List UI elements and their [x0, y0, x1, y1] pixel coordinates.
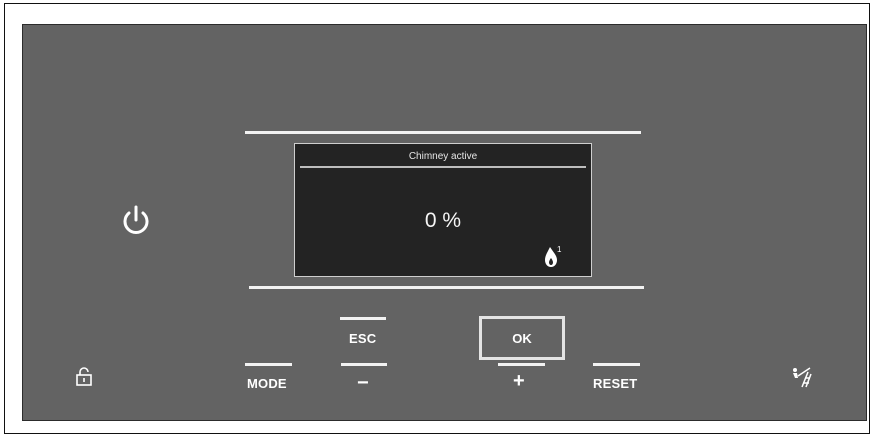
- mode-button-line: [245, 363, 292, 366]
- mode-button[interactable]: MODE: [247, 376, 287, 391]
- power-icon[interactable]: [119, 204, 153, 238]
- ok-button-label: OK: [512, 331, 532, 346]
- esc-button[interactable]: ESC: [349, 331, 376, 346]
- plus-button[interactable]: +: [513, 370, 525, 393]
- minus-button[interactable]: −: [357, 372, 369, 395]
- reset-button-line: [593, 363, 640, 366]
- plus-button-line: [498, 363, 545, 366]
- ok-button[interactable]: OK: [479, 316, 565, 360]
- screen-bottom-line: [249, 286, 644, 289]
- screen-divider: [300, 166, 586, 168]
- minus-button-line: [341, 363, 387, 366]
- flame-icon: 1: [545, 245, 562, 267]
- display-screen: Chimney active 0 % 1: [294, 143, 592, 277]
- flame-superscript: 1: [557, 245, 562, 254]
- screen-top-line: [245, 131, 641, 134]
- lock-icon[interactable]: [75, 367, 93, 387]
- screen-title: Chimney active: [408, 151, 478, 162]
- chimney-sweep-icon[interactable]: [790, 366, 812, 388]
- esc-button-line: [340, 317, 386, 320]
- reset-button[interactable]: RESET: [593, 376, 637, 391]
- screen-value: 0 %: [424, 209, 462, 232]
